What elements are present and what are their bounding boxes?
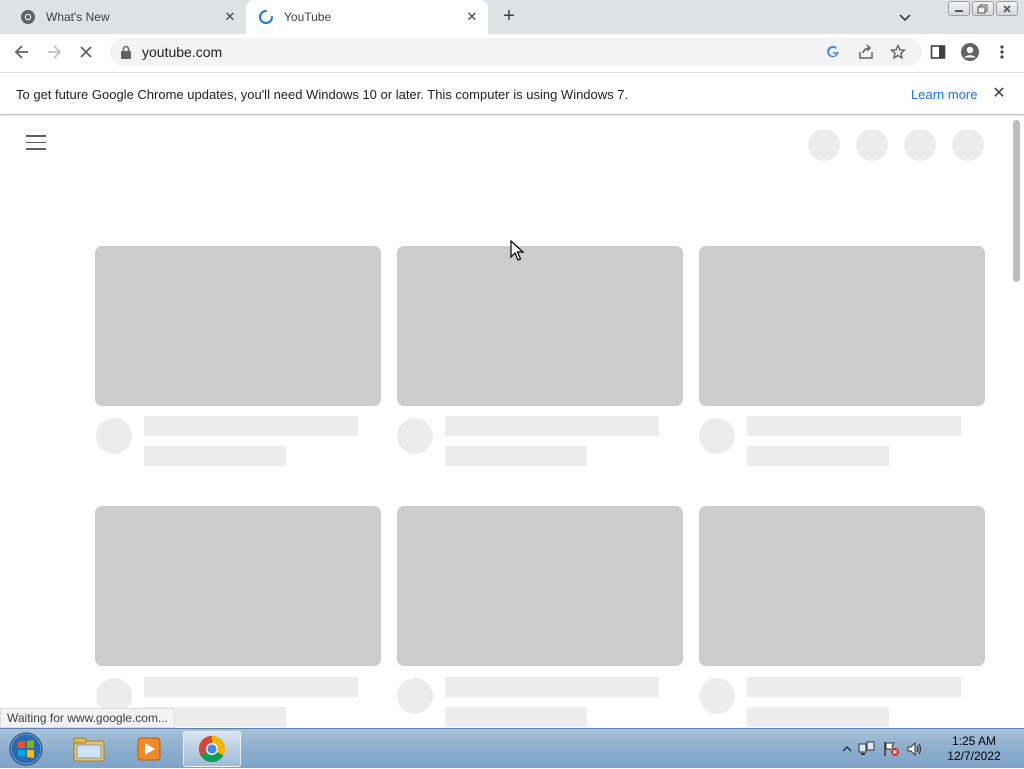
video-thumbnail-placeholder xyxy=(397,246,683,406)
restore-icon xyxy=(977,4,988,13)
taskbar-media-player[interactable] xyxy=(120,731,178,767)
forward-button[interactable] xyxy=(44,42,64,62)
share-icon[interactable] xyxy=(858,44,874,60)
header-placeholder xyxy=(904,129,936,161)
show-hidden-icons-icon[interactable] xyxy=(842,744,852,754)
taskbar-clock[interactable]: 1:25 AM 12/7/2022 xyxy=(936,734,1012,764)
network-icon[interactable] xyxy=(858,741,876,757)
folder-icon xyxy=(73,737,105,762)
video-meta-placeholder xyxy=(445,446,587,466)
close-tab-icon[interactable]: ✕ xyxy=(222,9,238,25)
taskbar-chrome[interactable] xyxy=(183,731,241,767)
tab-youtube[interactable]: YouTube ✕ xyxy=(246,0,488,34)
mouse-cursor-icon xyxy=(510,240,524,261)
infobar-message: To get future Google Chrome updates, you… xyxy=(16,87,629,102)
address-bar[interactable]: youtube.com xyxy=(110,38,922,66)
header-placeholder xyxy=(808,129,840,161)
video-thumbnail-placeholder xyxy=(397,506,683,666)
profile-button[interactable] xyxy=(960,42,980,62)
tab-whats-new[interactable]: What's New ✕ xyxy=(8,0,246,34)
channel-avatar-placeholder xyxy=(397,418,433,454)
windows-taskbar: 1:25 AM 12/7/2022 xyxy=(0,728,1024,768)
chrome-favicon-icon xyxy=(21,10,35,24)
google-lens-icon[interactable] xyxy=(826,45,840,59)
close-window-button[interactable] xyxy=(996,1,1018,16)
loading-spinner-icon xyxy=(259,10,273,24)
video-title-placeholder xyxy=(747,416,961,436)
start-orb-icon[interactable] xyxy=(6,731,46,767)
header-placeholder xyxy=(952,129,984,161)
clock-date: 12/7/2022 xyxy=(947,749,1001,763)
tab-title: What's New xyxy=(46,10,110,24)
video-thumbnail-placeholder xyxy=(95,506,381,666)
clock-time: 1:25 AM xyxy=(951,734,997,748)
channel-avatar-placeholder xyxy=(699,678,735,714)
minimize-icon xyxy=(955,9,963,12)
back-button[interactable] xyxy=(12,42,32,62)
chrome-logo-icon xyxy=(198,735,226,763)
taskbar-explorer[interactable] xyxy=(60,731,118,767)
hamburger-menu-icon[interactable] xyxy=(26,135,46,151)
video-title-placeholder xyxy=(445,677,659,697)
video-meta-placeholder xyxy=(144,446,286,466)
window-controls xyxy=(948,1,1018,16)
minimize-button[interactable] xyxy=(948,1,970,16)
video-title-placeholder xyxy=(747,677,961,697)
browser-toolbar: youtube.com xyxy=(0,34,1024,70)
update-infobar: To get future Google Chrome updates, you… xyxy=(0,72,1024,115)
close-tab-icon[interactable]: ✕ xyxy=(464,9,480,25)
media-player-icon xyxy=(137,737,161,761)
close-infobar-icon[interactable]: ✕ xyxy=(990,85,1008,103)
volume-icon[interactable] xyxy=(906,741,924,757)
video-meta-placeholder xyxy=(445,707,587,727)
video-thumbnail-placeholder xyxy=(95,246,381,406)
video-thumbnail-placeholder xyxy=(699,246,985,406)
action-center-flag-icon[interactable] xyxy=(882,741,900,757)
restore-button[interactable] xyxy=(972,1,994,16)
video-meta-placeholder xyxy=(747,446,889,466)
new-tab-button[interactable]: + xyxy=(498,6,520,28)
learn-more-link[interactable]: Learn more xyxy=(911,87,977,102)
lock-icon[interactable] xyxy=(120,45,132,59)
channel-avatar-placeholder xyxy=(397,678,433,714)
stop-loading-button[interactable] xyxy=(76,42,96,62)
side-panel-icon xyxy=(930,45,946,59)
forward-arrow-icon xyxy=(48,45,62,59)
channel-avatar-placeholder xyxy=(96,418,132,454)
profile-avatar-icon xyxy=(961,43,979,61)
youtube-page xyxy=(0,116,1024,728)
scrollbar-thumb[interactable] xyxy=(1013,120,1020,282)
tab-strip: What's New ✕ YouTube ✕ + xyxy=(0,0,1024,34)
status-bubble: Waiting for www.google.com... xyxy=(0,708,175,728)
video-title-placeholder xyxy=(144,677,358,697)
system-tray xyxy=(842,729,924,769)
header-placeholder xyxy=(856,129,888,161)
close-icon xyxy=(1003,4,1011,13)
url-text[interactable]: youtube.com xyxy=(142,44,222,60)
back-arrow-icon xyxy=(14,45,28,59)
video-title-placeholder xyxy=(144,416,358,436)
video-thumbnail-placeholder xyxy=(699,506,985,666)
side-panel-button[interactable] xyxy=(928,42,948,62)
kebab-menu-icon xyxy=(1000,45,1004,59)
channel-avatar-placeholder xyxy=(699,418,735,454)
video-title-placeholder xyxy=(445,416,659,436)
video-meta-placeholder xyxy=(747,707,889,727)
close-icon xyxy=(80,46,92,58)
tab-title: YouTube xyxy=(284,10,332,24)
bookmark-star-icon[interactable] xyxy=(890,44,906,60)
browser-menu-button[interactable] xyxy=(992,42,1012,62)
tab-search-chevron-icon[interactable] xyxy=(896,8,914,26)
